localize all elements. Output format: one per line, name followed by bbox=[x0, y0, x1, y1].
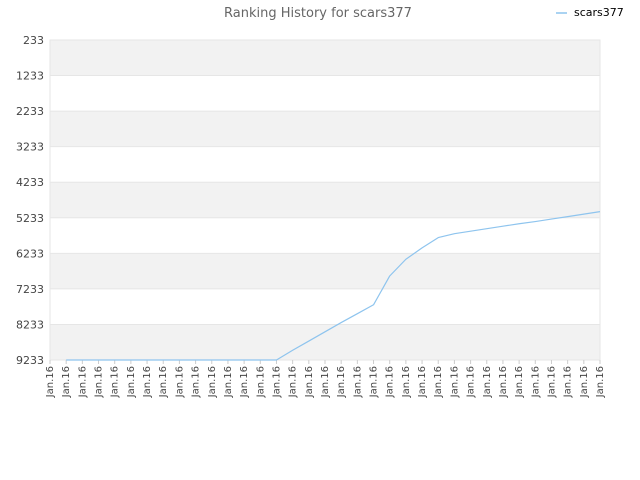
x-tick-label: Jan.16 bbox=[158, 366, 169, 398]
x-tick-label: Jan.16 bbox=[239, 366, 250, 398]
x-tick-label: Jan.16 bbox=[514, 366, 525, 398]
y-tick-label: 7233 bbox=[16, 283, 44, 296]
x-tick-label: Jan.16 bbox=[352, 366, 363, 398]
x-tick-label: Jan.16 bbox=[563, 366, 574, 398]
y-tick-label: 5233 bbox=[16, 212, 44, 225]
legend-label: scars377 bbox=[574, 6, 624, 19]
x-tick-label: Jan.16 bbox=[320, 366, 331, 398]
x-tick-label: Jan.16 bbox=[61, 366, 72, 398]
x-tick-label: Jan.16 bbox=[77, 366, 88, 398]
y-tick-label: 2233 bbox=[16, 105, 44, 118]
y-tick-label: 4233 bbox=[16, 176, 44, 189]
x-tick-label: Jan.16 bbox=[255, 366, 266, 398]
y-tick-label: 233 bbox=[23, 34, 44, 47]
x-tick-label: Jan.16 bbox=[530, 366, 541, 398]
ranking-chart: Ranking History for scars377 scars377 23… bbox=[16, 6, 624, 398]
y-tick-label: 6233 bbox=[16, 247, 44, 260]
y-tick-label: 9233 bbox=[16, 354, 44, 367]
x-tick-label: Jan.16 bbox=[498, 366, 509, 398]
x-tick-label: Jan.16 bbox=[110, 366, 121, 398]
plot-band bbox=[50, 111, 600, 147]
x-tick-label: Jan.16 bbox=[174, 366, 185, 398]
x-tick-label: Jan.16 bbox=[595, 366, 606, 398]
x-tick-label: Jan.16 bbox=[142, 366, 153, 398]
x-tick-label: Jan.16 bbox=[449, 366, 460, 398]
x-tick-label: Jan.16 bbox=[466, 366, 477, 398]
plot-band bbox=[50, 40, 600, 76]
legend[interactable]: scars377 bbox=[556, 6, 624, 19]
x-tick-label: Jan.16 bbox=[271, 366, 282, 398]
x-tick-label: Jan.16 bbox=[223, 366, 234, 398]
y-tick-label: 1233 bbox=[16, 70, 44, 83]
plot-band bbox=[50, 324, 600, 360]
plot-band bbox=[50, 182, 600, 218]
x-tick-label: Jan.16 bbox=[94, 366, 105, 398]
y-tick-label: 3233 bbox=[16, 141, 44, 154]
x-tick-label: Jan.16 bbox=[369, 366, 380, 398]
x-tick-label: Jan.16 bbox=[191, 366, 202, 398]
x-tick-label: Jan.16 bbox=[417, 366, 428, 398]
x-tick-label: Jan.16 bbox=[45, 366, 56, 398]
x-tick-label: Jan.16 bbox=[288, 366, 299, 398]
x-tick-label: Jan.16 bbox=[385, 366, 396, 398]
x-tick-label: Jan.16 bbox=[579, 366, 590, 398]
x-tick-label: Jan.16 bbox=[433, 366, 444, 398]
x-tick-label: Jan.16 bbox=[126, 366, 137, 398]
x-tick-label: Jan.16 bbox=[546, 366, 557, 398]
plot-band bbox=[50, 253, 600, 289]
y-tick-label: 8233 bbox=[16, 318, 44, 331]
x-tick-label: Jan.16 bbox=[336, 366, 347, 398]
x-tick-label: Jan.16 bbox=[401, 366, 412, 398]
plot-area: 233 1233 2233 3233 4233 5233 6233 7233 8233 9233 J… bbox=[16, 34, 606, 398]
x-tick-label: Jan.16 bbox=[207, 366, 218, 398]
chart-title: Ranking History for scars377 bbox=[224, 6, 412, 21]
x-tick-label: Jan.16 bbox=[304, 366, 315, 398]
x-tick-label: Jan.16 bbox=[482, 366, 493, 398]
